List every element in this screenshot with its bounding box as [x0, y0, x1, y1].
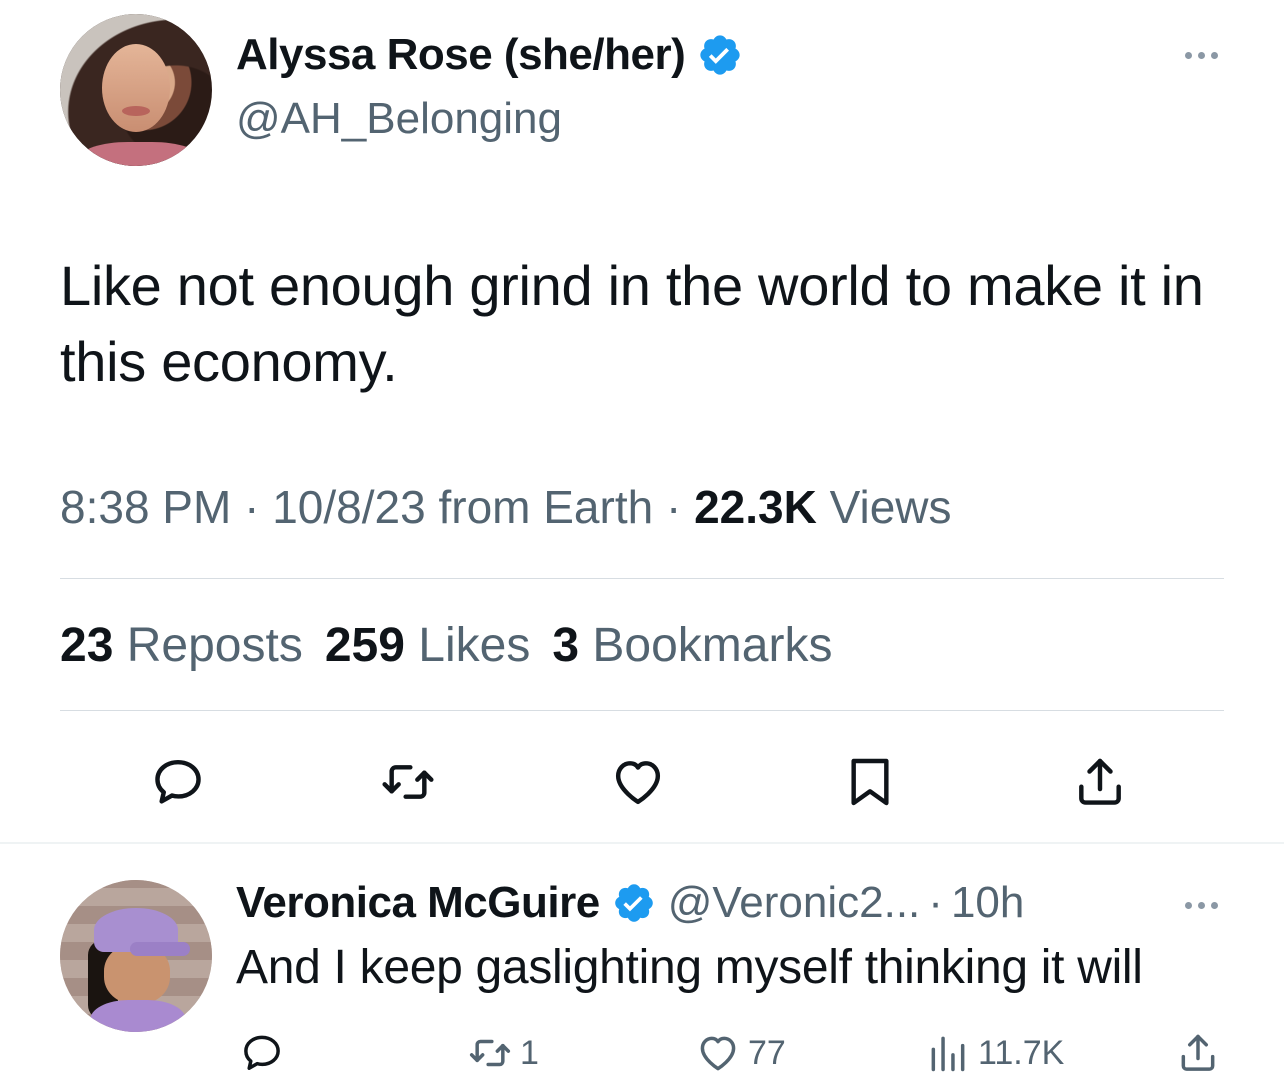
- verified-badge-icon: [700, 35, 740, 75]
- reply-like-count: 77: [748, 1033, 786, 1072]
- bookmarks-count: 3: [552, 619, 580, 672]
- heart-icon: [615, 761, 661, 805]
- likes-label: Likes: [418, 619, 531, 672]
- reposts-stat[interactable]: 23 Reposts: [60, 619, 303, 672]
- divider: [60, 578, 1224, 579]
- share-button[interactable]: [1070, 752, 1130, 812]
- reply-header: Veronica McGuire @Veronic2... · 10h: [236, 878, 1024, 928]
- author-handle[interactable]: @AH_Belonging: [236, 94, 562, 144]
- separator-dot: ·: [928, 878, 943, 927]
- tweet-meta: 8:38 PM · 10/8/23 from Earth · 22.3K Vie…: [60, 481, 952, 533]
- bookmarks-stat[interactable]: 3 Bookmarks: [552, 619, 832, 672]
- reply-author-name[interactable]: Veronica McGuire: [236, 878, 600, 928]
- views-count: 22.3K: [694, 481, 817, 533]
- repost-icon: [469, 1039, 511, 1067]
- reply-author-handle[interactable]: @Veronic2...: [668, 878, 921, 928]
- bookmark-icon: [851, 758, 889, 806]
- reposts-count: 23: [60, 619, 114, 672]
- verified-badge-icon: [614, 884, 653, 922]
- tweet-date[interactable]: 10/8/23: [272, 481, 425, 533]
- reply-icon: [155, 759, 201, 804]
- author-name-row: Alyssa Rose (she/her): [236, 30, 743, 80]
- share-icon: [1181, 1034, 1215, 1071]
- like-button[interactable]: [608, 752, 668, 812]
- repost-button[interactable]: [378, 752, 438, 812]
- more-icon[interactable]: [1185, 52, 1218, 59]
- reply-author-avatar[interactable]: [60, 880, 212, 1032]
- views-icon: [931, 1036, 965, 1072]
- bookmarks-label: Bookmarks: [592, 619, 833, 672]
- reply-reply-button[interactable]: [240, 1028, 284, 1078]
- views-label: Views: [829, 481, 952, 533]
- reply-like-button[interactable]: 77: [696, 1028, 786, 1078]
- likes-stat[interactable]: 259 Likes: [325, 619, 531, 672]
- reply-button[interactable]: [148, 752, 208, 812]
- heart-icon: [700, 1036, 736, 1071]
- reply-views-button[interactable]: 11.7K: [926, 1028, 1064, 1078]
- likes-count: 259: [324, 619, 405, 672]
- reply-actions: 1 77 11.7K: [0, 1028, 1284, 1078]
- author-avatar[interactable]: [60, 14, 212, 166]
- tweet-source: from Earth: [438, 481, 654, 533]
- main-tweet: Alyssa Rose (she/her) @AH_Belonging Like…: [0, 0, 1284, 842]
- reply-repost-button[interactable]: 1: [468, 1028, 539, 1078]
- tweet-text: Like not enough grind in the world to ma…: [60, 254, 1204, 393]
- more-icon[interactable]: [1185, 902, 1218, 909]
- reply-text: And I keep gaslighting myself thinking i…: [236, 941, 1143, 994]
- reply-repost-count: 1: [520, 1033, 539, 1072]
- repost-icon: [382, 765, 434, 799]
- reply-share-button[interactable]: [1176, 1028, 1220, 1078]
- tweet-actions: [0, 752, 1284, 812]
- tweet-time[interactable]: 8:38 PM: [60, 481, 231, 533]
- reply-icon: [244, 1035, 280, 1070]
- share-icon: [1079, 758, 1121, 805]
- divider: [60, 710, 1224, 711]
- engagement-stats: 23 Reposts 259 Likes 3 Bookmarks: [60, 618, 832, 673]
- bookmark-button[interactable]: [840, 752, 900, 812]
- reply-tweet[interactable]: Veronica McGuire @Veronic2... · 10h And …: [0, 844, 1284, 1088]
- reply-views-count: 11.7K: [978, 1033, 1065, 1072]
- author-name[interactable]: Alyssa Rose (she/her): [236, 30, 686, 80]
- reply-time[interactable]: 10h: [951, 878, 1024, 928]
- reposts-label: Reposts: [126, 619, 303, 672]
